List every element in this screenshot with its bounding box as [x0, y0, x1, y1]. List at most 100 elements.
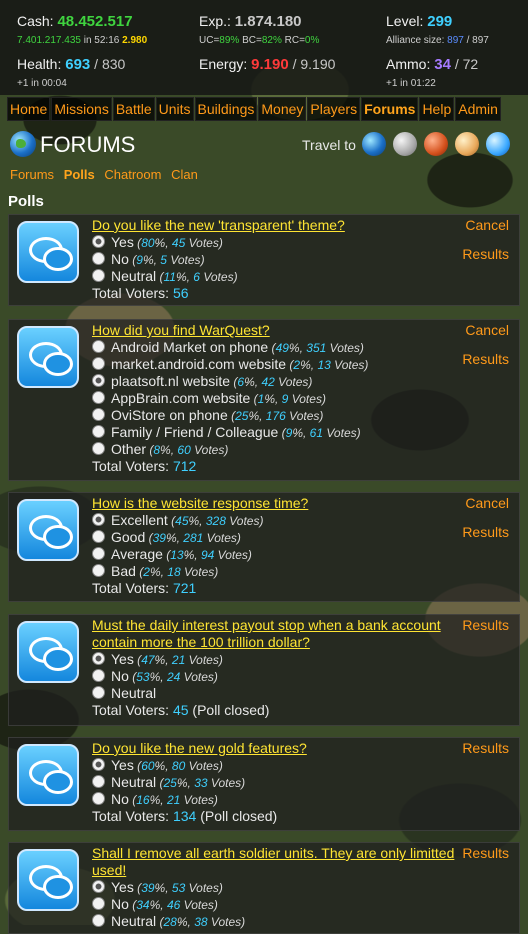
- radio-button[interactable]: [92, 652, 105, 665]
- option-label: Excellent: [111, 512, 168, 528]
- poll-option[interactable]: No (34%, 46 Votes): [92, 896, 245, 913]
- option-label: Yes: [111, 757, 134, 773]
- poll-question[interactable]: How is the website response time?: [92, 495, 462, 512]
- cancel-link[interactable]: Cancel: [462, 217, 509, 233]
- poll-option[interactable]: plaatsoft.nl website (6%, 42 Votes): [92, 373, 368, 390]
- radio-button[interactable]: [92, 686, 105, 699]
- page-title: FORUMS: [40, 132, 136, 157]
- total-label: Total Voters:: [92, 702, 170, 718]
- results-link[interactable]: Results: [462, 617, 509, 633]
- radio-button[interactable]: [92, 340, 105, 353]
- poll-option[interactable]: No (16%, 21 Votes): [92, 791, 277, 808]
- menu-players[interactable]: Players: [307, 97, 361, 121]
- radio-button[interactable]: [92, 564, 105, 577]
- results-link[interactable]: Results: [462, 524, 509, 540]
- subnav-chatroom[interactable]: Chatroom: [104, 167, 161, 182]
- poll-option[interactable]: Yes (39%, 53 Votes): [92, 879, 245, 896]
- radio-button[interactable]: [92, 530, 105, 543]
- poll-option[interactable]: Yes (47%, 21 Votes): [92, 651, 269, 668]
- radio-button[interactable]: [92, 235, 105, 248]
- ammo-stat: Ammo: 34 / 72 +1 in 01:22: [386, 56, 478, 89]
- health-regen: +1 in 00:04: [17, 78, 67, 89]
- planet-earth-icon[interactable]: [362, 132, 386, 156]
- results-link[interactable]: Results: [462, 740, 509, 756]
- results-link[interactable]: Results: [462, 845, 509, 861]
- poll-option[interactable]: Good (39%, 281 Votes): [92, 529, 263, 546]
- cancel-link[interactable]: Cancel: [462, 322, 509, 338]
- subnav-polls[interactable]: Polls: [64, 167, 95, 182]
- health-max: / 830: [94, 56, 126, 72]
- earth-globe-icon: [10, 131, 36, 157]
- main-menu: Home Missions Battle Units Buildings Mon…: [7, 97, 502, 121]
- poll-question[interactable]: Do you like the new 'transparent' theme?: [92, 217, 462, 234]
- menu-units[interactable]: Units: [155, 97, 194, 121]
- poll-option[interactable]: Excellent (45%, 328 Votes): [92, 512, 263, 529]
- subnav-clan[interactable]: Clan: [171, 167, 198, 182]
- planet-mars-icon[interactable]: [424, 132, 448, 156]
- poll-question[interactable]: How did you find WarQuest?: [92, 322, 462, 339]
- radio-button[interactable]: [92, 669, 105, 682]
- menu-help[interactable]: Help: [419, 97, 455, 121]
- radio-button[interactable]: [92, 391, 105, 404]
- menu-admin[interactable]: Admin: [455, 97, 501, 121]
- poll-option[interactable]: Family / Friend / Colleague (9%, 61 Vote…: [92, 424, 368, 441]
- results-link[interactable]: Results: [462, 246, 509, 262]
- option-stats: (16%, 21 Votes): [128, 793, 218, 807]
- option-votes: 281: [183, 531, 204, 545]
- poll-option[interactable]: Average (13%, 94 Votes): [92, 546, 263, 563]
- poll-option[interactable]: Bad (2%, 18 Votes): [92, 563, 263, 580]
- radio-button[interactable]: [92, 758, 105, 771]
- cancel-link[interactable]: Cancel: [462, 495, 509, 511]
- results-link[interactable]: Results: [462, 351, 509, 367]
- poll-option[interactable]: Yes (80%, 45 Votes): [92, 234, 238, 251]
- poll-question[interactable]: Shall I remove all earth soldier units. …: [92, 845, 462, 879]
- poll-option[interactable]: AppBrain.com website (1%, 9 Votes): [92, 390, 368, 407]
- planet-neptune-icon[interactable]: [486, 132, 510, 156]
- radio-button[interactable]: [92, 880, 105, 893]
- poll-option[interactable]: Android Market on phone (49%, 351 Votes): [92, 339, 368, 356]
- option-label: Other: [111, 441, 147, 457]
- poll-question[interactable]: Do you like the new gold features?: [92, 740, 462, 757]
- votes-label: Votes: [210, 776, 242, 790]
- subnav-forums[interactable]: Forums: [10, 167, 54, 182]
- radio-button[interactable]: [92, 357, 105, 370]
- poll-option[interactable]: market.android.com website (2%, 13 Votes…: [92, 356, 368, 373]
- menu-missions[interactable]: Missions: [51, 97, 112, 121]
- radio-button[interactable]: [92, 252, 105, 265]
- radio-button[interactable]: [92, 442, 105, 455]
- radio-button[interactable]: [92, 897, 105, 910]
- planet-moon-icon[interactable]: [393, 132, 417, 156]
- radio-button[interactable]: [92, 914, 105, 927]
- poll-question[interactable]: Must the daily interest payout stop when…: [92, 617, 462, 651]
- menu-home[interactable]: Home: [7, 97, 51, 121]
- poll-option[interactable]: No (9%, 5 Votes): [92, 251, 238, 268]
- radio-button[interactable]: [92, 792, 105, 805]
- radio-button[interactable]: [92, 425, 105, 438]
- poll-option[interactable]: Neutral (11%, 6 Votes): [92, 268, 238, 285]
- poll-option[interactable]: Other (8%, 60 Votes): [92, 441, 368, 458]
- poll-option[interactable]: Neutral (25%, 33 Votes): [92, 774, 277, 791]
- radio-button[interactable]: [92, 547, 105, 560]
- menu-forums[interactable]: Forums: [361, 97, 419, 121]
- poll-card: Shall I remove all earth soldier units. …: [8, 842, 520, 934]
- menu-money[interactable]: Money: [258, 97, 307, 121]
- poll-option[interactable]: Neutral (28%, 38 Votes): [92, 913, 245, 930]
- planet-venus-icon[interactable]: [455, 132, 479, 156]
- menu-battle[interactable]: Battle: [112, 97, 155, 121]
- option-stats: (45%, 328 Votes): [167, 514, 264, 528]
- radio-button[interactable]: [92, 775, 105, 788]
- poll-option[interactable]: Neutral: [92, 685, 269, 702]
- radio-button[interactable]: [92, 408, 105, 421]
- total-label: Total Voters:: [92, 580, 170, 596]
- option-percent: 9: [136, 253, 143, 267]
- poll-option[interactable]: OviStore on phone (25%, 176 Votes): [92, 407, 368, 424]
- poll-option[interactable]: No (53%, 24 Votes): [92, 668, 269, 685]
- ammo-value: 34: [434, 56, 451, 73]
- ammo-label: Ammo:: [386, 56, 431, 72]
- poll-option[interactable]: Yes (60%, 80 Votes): [92, 757, 277, 774]
- radio-button[interactable]: [92, 374, 105, 387]
- radio-button[interactable]: [92, 513, 105, 526]
- poll-options: Yes (47%, 21 Votes) No (53%, 24 Votes) Neu…: [92, 651, 269, 719]
- menu-buildings[interactable]: Buildings: [194, 97, 258, 121]
- radio-button[interactable]: [92, 269, 105, 282]
